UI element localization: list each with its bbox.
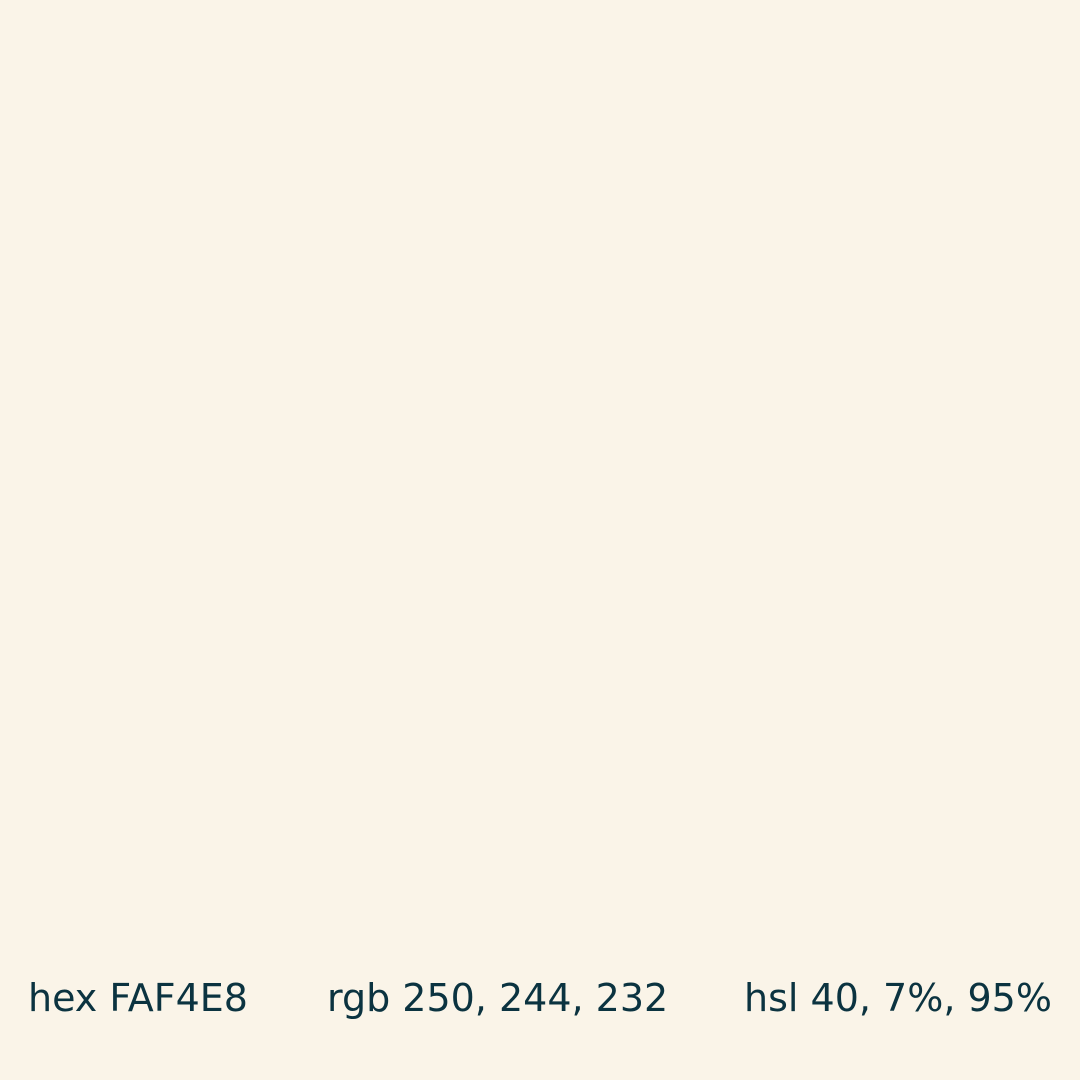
hex-value-label: hex FAF4E8 <box>28 976 248 1020</box>
color-swatch <box>0 0 1080 1080</box>
hsl-value-label: hsl 40, 7%, 95% <box>744 976 1052 1020</box>
rgb-value-label: rgb 250, 244, 232 <box>327 976 669 1020</box>
